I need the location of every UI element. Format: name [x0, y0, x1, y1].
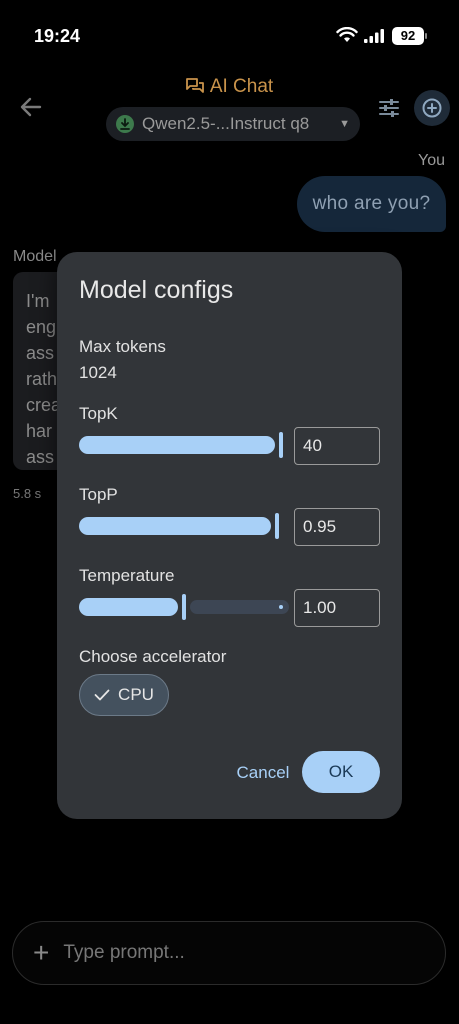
- temperature-input[interactable]: 1.00: [294, 589, 380, 627]
- prompt-input[interactable]: + Type prompt...: [12, 921, 446, 985]
- topp-slider[interactable]: [79, 513, 289, 539]
- tune-icon[interactable]: [376, 95, 402, 121]
- topk-slider[interactable]: [79, 432, 289, 458]
- topp-input[interactable]: 0.95: [294, 508, 380, 546]
- prompt-placeholder: Type prompt...: [63, 942, 185, 963]
- temperature-slider[interactable]: [79, 594, 289, 620]
- check-icon: [94, 689, 110, 701]
- temperature-label: Temperature: [79, 566, 175, 585]
- dialog-title: Model configs: [79, 276, 234, 304]
- temperature-slider-handle[interactable]: [182, 594, 186, 620]
- accelerator-label: Choose accelerator: [79, 647, 227, 666]
- temperature-slider-end-dot: [279, 605, 283, 609]
- model-name: Qwen2.5-...Instruct q8: [142, 114, 310, 133]
- add-comment-icon: [422, 98, 442, 118]
- topk-input[interactable]: 40: [294, 427, 380, 465]
- download-icon: [116, 115, 134, 133]
- topk-slider-active-track: [79, 436, 275, 454]
- plus-icon[interactable]: +: [33, 939, 49, 967]
- accelerator-chip-cpu[interactable]: CPU: [79, 674, 169, 716]
- topk-slider-handle[interactable]: [279, 432, 283, 458]
- chevron-down-icon: ▼: [339, 118, 350, 130]
- topp-label: TopP: [79, 485, 118, 504]
- temperature-slider-active-track: [79, 598, 178, 616]
- max-tokens-value: 1024: [79, 363, 117, 382]
- model-label: Model: [13, 248, 57, 265]
- topk-label: TopK: [79, 404, 118, 423]
- max-tokens-label: Max tokens: [79, 337, 166, 356]
- latency-stat: 5.8 s: [13, 486, 42, 501]
- topp-slider-handle[interactable]: [275, 513, 279, 539]
- user-label: You: [418, 152, 445, 169]
- temperature-slider-inactive-track: [190, 600, 289, 614]
- topp-slider-active-track: [79, 517, 271, 535]
- cancel-button[interactable]: Cancel: [227, 752, 299, 794]
- app-title-text: AI Chat: [209, 76, 274, 97]
- new-chat-button[interactable]: [414, 90, 450, 126]
- model-configs-dialog: Model configs Max tokens 1024 TopK 40 To…: [57, 252, 402, 819]
- chat-icon: [185, 78, 204, 93]
- model-selector[interactable]: Qwen2.5-...Instruct q8 ▼: [106, 107, 360, 141]
- ok-button[interactable]: OK: [302, 751, 380, 793]
- user-message: who are you?: [297, 176, 446, 232]
- accelerator-chip-label: CPU: [118, 685, 154, 704]
